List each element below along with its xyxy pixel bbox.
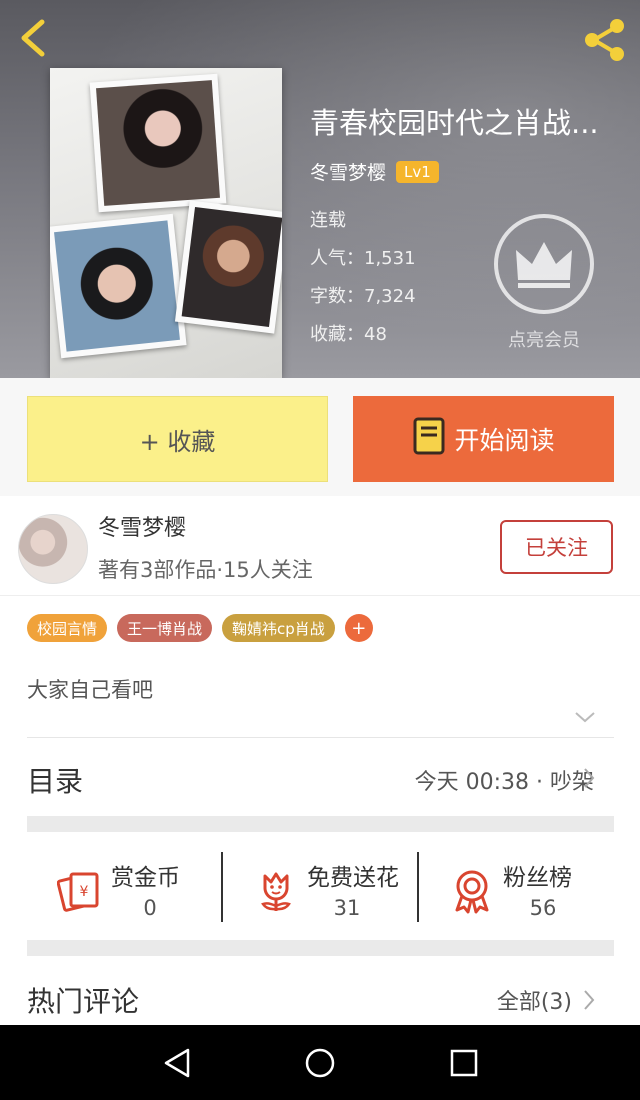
tag-item[interactable]: 鞠婧祎cp肖战 xyxy=(222,614,335,642)
support-stats: ¥ 赏金币 0 免费送花 31 粉丝榜 56 xyxy=(27,840,614,940)
tag-list: 校园言情 王一博肖战 鞠婧祎cp肖战 + xyxy=(27,614,373,642)
cover-photo xyxy=(174,200,282,334)
action-bar: + 收藏 开始阅读 xyxy=(0,378,640,496)
nav-recent-apps-icon[interactable] xyxy=(446,1045,482,1081)
author-card-name[interactable]: 冬雪梦樱 xyxy=(98,510,186,542)
book-title: 青春校园时代之肖战... xyxy=(310,106,599,140)
add-tag-button[interactable]: + xyxy=(344,614,373,642)
chevron-right-icon[interactable] xyxy=(582,766,596,790)
svg-text:¥: ¥ xyxy=(80,884,89,900)
section-gap xyxy=(27,816,614,832)
author-card[interactable]: 冬雪梦樱 著有3部作品·15人关注 已关注 xyxy=(0,496,640,596)
chevron-down-icon[interactable] xyxy=(574,708,596,726)
follow-button[interactable]: 已关注 xyxy=(500,520,613,574)
fan-ranking-value: 56 xyxy=(529,896,557,920)
nav-home-icon[interactable] xyxy=(302,1045,338,1081)
level-badge: Lv1 xyxy=(396,160,439,183)
reward-coins-label: 赏金币 xyxy=(111,865,180,891)
popularity-stat: 人气：1,531 xyxy=(310,248,416,269)
free-flowers-cell[interactable]: 免费送花 31 xyxy=(223,840,419,940)
free-flowers-value: 31 xyxy=(333,896,361,920)
avatar[interactable] xyxy=(18,514,88,584)
fan-ranking-label: 粉丝榜 xyxy=(503,865,572,891)
cover-photo xyxy=(50,213,187,359)
favorites-stat: 收藏：48 xyxy=(310,324,387,345)
start-reading-button[interactable]: 开始阅读 xyxy=(353,396,614,482)
vip-label[interactable]: 点亮会员 xyxy=(486,326,602,352)
catalog-title[interactable]: 目录 xyxy=(27,760,83,800)
word-count-stat: 字数：7,324 xyxy=(310,286,416,307)
cover-photo xyxy=(89,73,227,213)
chevron-right-icon[interactable] xyxy=(582,988,596,1012)
tag-item[interactable]: 校园言情 xyxy=(27,614,108,642)
book-cover[interactable] xyxy=(50,68,282,378)
serial-status: 连载 xyxy=(310,210,346,231)
author-row: 冬雪梦樱 Lv1 xyxy=(310,158,439,185)
share-icon[interactable] xyxy=(582,18,628,62)
collect-button[interactable]: + 收藏 xyxy=(27,396,328,482)
flower-icon xyxy=(253,868,299,914)
reward-coins-value: 0 xyxy=(143,896,157,920)
back-icon[interactable] xyxy=(14,16,54,60)
reward-coins-cell[interactable]: ¥ 赏金币 0 xyxy=(27,840,222,940)
nav-back-icon[interactable] xyxy=(160,1045,196,1081)
free-flowers-label: 免费送花 xyxy=(307,865,399,891)
latest-chapter[interactable]: 今天 00:38 · 吵架 xyxy=(415,764,594,796)
start-reading-label: 开始阅读 xyxy=(454,426,555,455)
red-envelope-icon: ¥ xyxy=(56,868,103,914)
all-comments-link[interactable]: 全部(3) xyxy=(497,984,572,1016)
system-navigation-bar xyxy=(0,1025,640,1100)
divider xyxy=(27,737,614,738)
medal-icon xyxy=(449,868,495,914)
book-icon xyxy=(412,416,446,462)
book-header: 青春校园时代之肖战... 冬雪梦樱 Lv1 连载 人气：1,531 字数：7,3… xyxy=(0,0,640,378)
book-intro: 大家自己看吧 xyxy=(27,678,153,702)
section-gap xyxy=(27,940,614,956)
fan-ranking-cell[interactable]: 粉丝榜 56 xyxy=(419,840,614,940)
hot-comments-title: 热门评论 xyxy=(27,985,140,1018)
vip-crown-icon[interactable] xyxy=(494,214,594,314)
tag-item[interactable]: 王一博肖战 xyxy=(117,614,213,642)
author-card-info: 著有3部作品·15人关注 xyxy=(98,558,313,582)
author-name[interactable]: 冬雪梦樱 xyxy=(310,158,386,185)
